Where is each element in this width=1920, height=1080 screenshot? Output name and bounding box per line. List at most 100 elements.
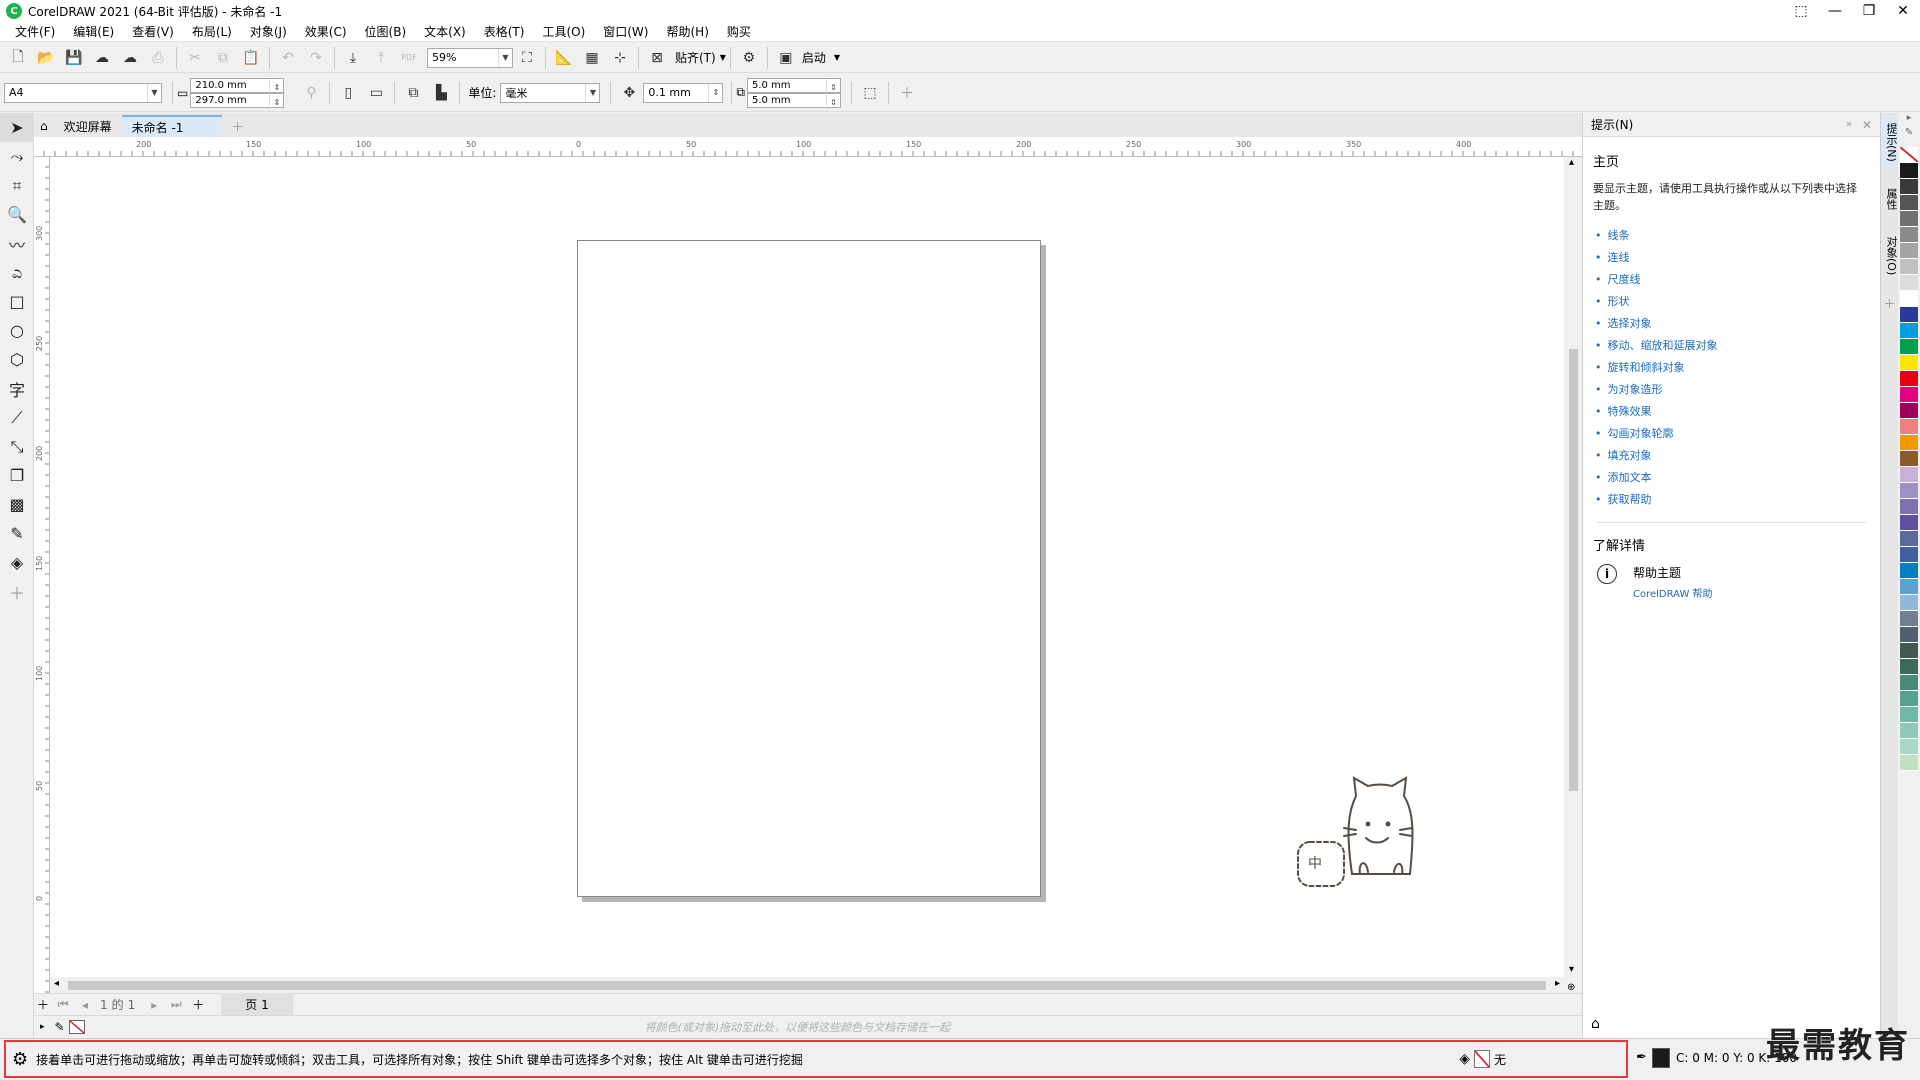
add-page-before-icon[interactable]: ＋ (34, 996, 52, 1013)
docker-home-icon[interactable]: ⌂ (1591, 1016, 1600, 1032)
add-icon[interactable]: ＋ (894, 81, 920, 105)
palette-scroll-up-icon[interactable]: ▸ (1898, 113, 1920, 127)
chevron-down-icon[interactable]: ▼ (834, 53, 840, 62)
topic-link[interactable]: 特殊效果 (1595, 400, 1880, 422)
menu-text[interactable]: 文本(X) (415, 23, 475, 40)
add-docker-icon[interactable]: ＋ (1881, 295, 1898, 312)
color-swatch[interactable] (1900, 339, 1918, 355)
menu-help[interactable]: 帮助(H) (657, 23, 717, 40)
crop-tool-icon[interactable]: ⌗ (0, 171, 34, 200)
horizontal-scroll-thumb[interactable] (68, 981, 1546, 990)
menu-table[interactable]: 表格(T) (475, 23, 534, 40)
transparency-icon[interactable]: ▩ (0, 490, 34, 519)
horizontal-ruler[interactable]: 200 150 100 50 0 50 100 150 200 250 300 350 400 (34, 137, 1582, 157)
new-document-icon[interactable]: 🗋 (5, 46, 31, 70)
options-gear-icon[interactable]: ⚙ (736, 46, 762, 70)
color-swatch[interactable] (1900, 243, 1918, 259)
palette-pen-icon[interactable]: ✎ (1898, 127, 1920, 141)
full-screen-icon[interactable]: ⛶ (514, 46, 540, 70)
new-tab-icon[interactable]: ＋ (222, 115, 254, 137)
undo-icon[interactable]: ↶ (275, 46, 301, 70)
topic-link[interactable]: 旋转和倾斜对象 (1595, 356, 1880, 378)
current-page-icon[interactable]: ▙ (428, 81, 454, 105)
color-swatch[interactable] (1900, 755, 1918, 771)
color-swatch[interactable] (1900, 611, 1918, 627)
shape-tool-icon[interactable]: ⤳ (0, 142, 34, 171)
topic-link[interactable]: 勾画对象轮廓 (1595, 422, 1880, 444)
rectangle-tool-icon[interactable]: □ (0, 287, 34, 316)
color-swatch[interactable] (1900, 259, 1918, 275)
page-width-field[interactable]: 210.0 mm ⇕ (190, 77, 285, 97)
cloud-download-icon[interactable]: ☁ (89, 46, 115, 70)
color-swatch[interactable] (1900, 211, 1918, 227)
color-swatch[interactable] (1900, 163, 1918, 179)
restore-button[interactable]: ❐ (1852, 0, 1886, 22)
outline-color-swatch[interactable] (1652, 1048, 1670, 1068)
color-swatch[interactable] (1900, 307, 1918, 323)
color-swatch[interactable] (1900, 723, 1918, 739)
copy-icon[interactable]: ⧉ (210, 46, 236, 70)
freehand-tool-icon[interactable]: 〰 (0, 229, 34, 258)
guidelines-icon[interactable]: ⊹ (607, 46, 633, 70)
color-swatch[interactable] (1900, 355, 1918, 371)
color-swatch[interactable] (1900, 547, 1918, 563)
launch-dropdown[interactable]: 启动 (802, 49, 826, 66)
color-swatch[interactable] (1900, 627, 1918, 643)
page-height-field[interactable]: 297.0 mm ⇕ (190, 92, 285, 112)
color-swatch[interactable] (1900, 483, 1918, 499)
import-icon[interactable]: ⤓ (340, 46, 366, 70)
color-swatch[interactable] (1900, 451, 1918, 467)
text-tool-icon[interactable]: 字 (0, 374, 34, 403)
color-swatch[interactable] (1900, 707, 1918, 723)
tab-objects[interactable]: 对象(O) (1881, 230, 1899, 281)
rulers-icon[interactable]: 📐 (551, 46, 577, 70)
page-size-combo[interactable]: A4 ▼ (4, 82, 162, 103)
vertical-scrollbar[interactable]: ▴ ▾ ⊕ (1564, 157, 1582, 993)
topic-link[interactable]: 连线 (1595, 246, 1880, 268)
connector-tool-icon[interactable]: ⤡ (0, 432, 34, 461)
first-page-icon[interactable]: ⏮ (52, 997, 74, 1012)
color-swatch[interactable] (1900, 595, 1918, 611)
color-swatch[interactable] (1900, 659, 1918, 675)
horizontal-scrollbar[interactable]: ◂ ▸ (50, 977, 1564, 993)
palette-expand-icon[interactable]: ▸ (40, 1022, 45, 1032)
color-swatch[interactable] (1900, 675, 1918, 691)
save-icon[interactable]: 💾 (61, 46, 87, 70)
topic-link[interactable]: 尺度线 (1595, 268, 1880, 290)
snap-off-icon[interactable]: ⊠ (644, 46, 670, 70)
scroll-left-icon[interactable]: ◂ (54, 978, 59, 989)
all-pages-layout-icon[interactable]: ⧉ (400, 81, 426, 105)
topic-link[interactable]: 添加文本 (1595, 466, 1880, 488)
topic-link[interactable]: 移动、缩放和延展对象 (1595, 334, 1880, 356)
home-icon[interactable]: ⌂ (34, 115, 54, 137)
nudge-distance-field[interactable]: 0.1 mm ⇕ (643, 82, 724, 103)
ellipse-tool-icon[interactable]: ○ (0, 316, 34, 345)
polygon-tool-icon[interactable]: ⬡ (0, 345, 34, 374)
eyedropper-icon[interactable]: ✎ (0, 519, 34, 548)
menu-object[interactable]: 对象(J) (241, 23, 296, 40)
menu-file[interactable]: 文件(F) (6, 23, 64, 40)
color-swatch[interactable] (1900, 195, 1918, 211)
color-swatch[interactable] (1900, 147, 1918, 163)
docker-collapse-icon[interactable]: » (1846, 119, 1852, 130)
cloud-upload-icon[interactable]: ☁ (117, 46, 143, 70)
next-page-icon[interactable]: ▸ (143, 998, 165, 1012)
help-window-icon[interactable]: ⬚ (1784, 0, 1818, 22)
color-swatch[interactable] (1900, 515, 1918, 531)
minimize-button[interactable]: — (1818, 0, 1852, 22)
page-tab[interactable]: 页 1 (221, 993, 293, 1016)
no-color-swatch[interactable] (68, 1020, 85, 1034)
add-tool-icon[interactable]: ＋ (0, 577, 34, 606)
color-swatch[interactable] (1900, 227, 1918, 243)
fill-none-swatch[interactable] (1473, 1050, 1490, 1068)
menu-edit[interactable]: 编辑(E) (64, 23, 123, 40)
portrait-icon[interactable]: ▯ (335, 81, 361, 105)
color-swatch[interactable] (1900, 579, 1918, 595)
color-swatch[interactable] (1900, 467, 1918, 483)
last-page-icon[interactable]: ⏭ (165, 997, 187, 1012)
topic-link[interactable]: 获取帮助 (1595, 488, 1880, 510)
scroll-right-icon[interactable]: ▸ (1555, 978, 1560, 989)
coreldraw-help-link[interactable]: CorelDRAW 帮助 (1633, 585, 1713, 600)
add-page-after-icon[interactable]: ＋ (187, 996, 209, 1013)
scroll-down-icon[interactable]: ▾ (1569, 964, 1574, 975)
